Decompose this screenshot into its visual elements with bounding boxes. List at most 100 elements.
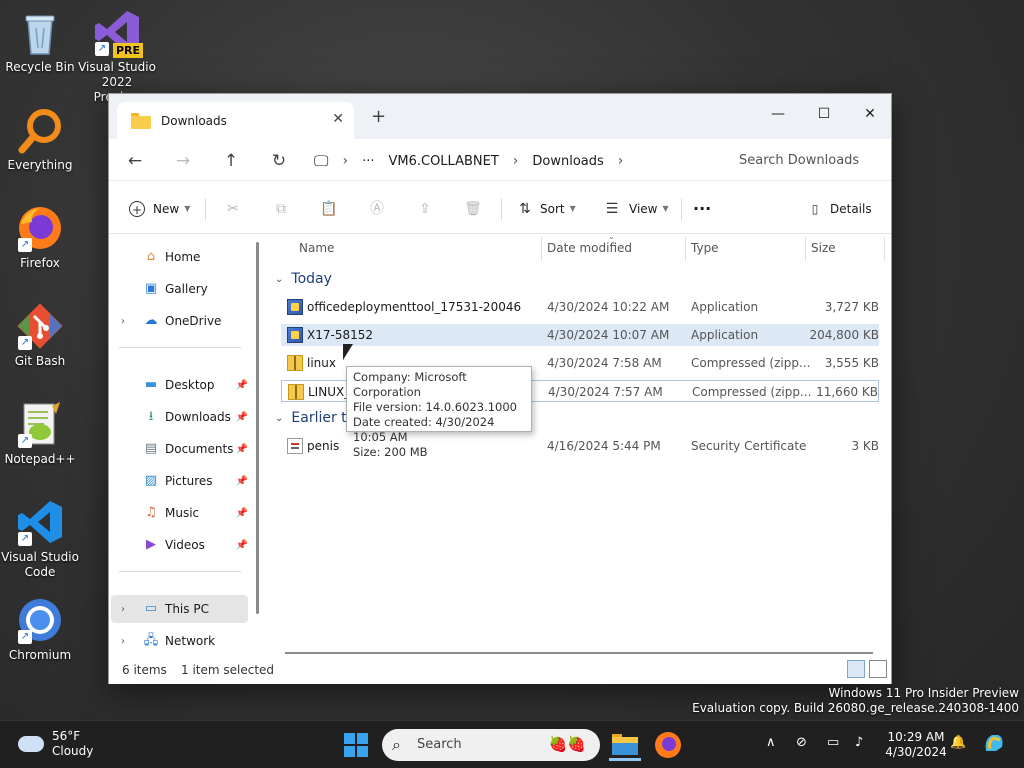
desktop-folder-icon: ▬ [144, 377, 158, 392]
pin-icon[interactable]: 📌 [236, 380, 248, 391]
up-button[interactable]: ↑ [217, 147, 245, 175]
breadcrumb-downloads[interactable]: Downloads [532, 154, 603, 169]
monitor-icon[interactable]: 🖵 [314, 152, 328, 170]
tab-downloads[interactable]: Downloads ✕ [117, 102, 354, 139]
group-header-today[interactable]: ⌄ Today [275, 271, 332, 287]
desktop-icon-label: Chromium [8, 648, 72, 662]
file-date: 4/16/2024 5:44 PM [547, 439, 661, 453]
sidebar-item-videos[interactable]: ▶ Videos 📌 [111, 531, 248, 559]
tiles-view-button[interactable] [869, 660, 887, 678]
pin-icon[interactable]: 📌 [236, 476, 248, 487]
plus-circle-icon: + [129, 201, 145, 217]
file-row[interactable]: X17-58152 4/30/2024 10:07 AM Application… [281, 324, 879, 346]
sort-button[interactable]: ⇅ Sort ▼ [516, 197, 576, 221]
desktop-icon-visual-studio-2022-preview[interactable]: PRE ↗ Visual Studio 2022 Preview [77, 8, 157, 105]
system-clock[interactable]: 10:29 AM 4/30/2024 [884, 730, 948, 760]
cut-button[interactable]: ✂ [224, 197, 242, 221]
application-icon [287, 299, 303, 315]
chevron-right-icon[interactable]: › [121, 604, 125, 615]
shortcut-arrow-icon: ↗ [18, 434, 32, 448]
desktop-icon-everything[interactable]: Everything [0, 106, 80, 173]
minimize-button[interactable]: — [755, 99, 801, 129]
taskbar-search[interactable]: ⌕ Search 🍓🍓 [382, 729, 600, 761]
sidebar-item-label: Documents [165, 442, 234, 456]
group-header-earlier[interactable]: ⌄ Earlier th [275, 410, 356, 426]
taskbar-file-explorer[interactable] [609, 729, 641, 761]
desktop-icon-notepad-plus-plus[interactable]: ↗ Notepad++ [0, 400, 80, 467]
tab-close-button[interactable]: ✕ [332, 111, 344, 127]
sidebar-item-documents[interactable]: ▤ Documents 📌 [111, 435, 248, 463]
rename-icon: Ⓐ [370, 201, 384, 217]
sidebar-item-pictures[interactable]: ▨ Pictures 📌 [111, 467, 248, 495]
sidebar-item-downloads[interactable]: ⭳ Downloads 📌 [111, 403, 248, 431]
taskbar-firefox[interactable] [652, 729, 684, 761]
weather-widget[interactable]: 56°F Cloudy [18, 729, 93, 759]
search-input[interactable]: Search Downloads [729, 146, 885, 176]
back-button[interactable]: ← [121, 147, 149, 175]
delete-button[interactable]: 🗑 [464, 197, 482, 221]
desktop-icon-chromium[interactable]: ↗ Chromium [0, 596, 80, 663]
scissors-icon: ✂ [227, 201, 239, 217]
sidebar-item-network[interactable]: › 🖧 Network [111, 627, 248, 655]
folder-icon [612, 734, 638, 755]
new-tab-button[interactable]: + [371, 106, 386, 127]
sidebar-item-home[interactable]: ⌂ Home [111, 243, 248, 271]
notification-bell-icon[interactable]: 🔔 [950, 735, 966, 750]
sidebar-item-gallery[interactable]: ▣ Gallery [111, 275, 248, 303]
share-button[interactable]: ⇪ [416, 197, 434, 221]
start-button[interactable] [340, 729, 372, 761]
weather-temp: 56°F [52, 729, 81, 743]
column-header-date-modified[interactable]: Date modified [547, 241, 632, 255]
details-pane-button[interactable]: ▯ Details [806, 197, 872, 221]
copilot-icon[interactable] [982, 731, 1006, 759]
download-icon: ⭳ [148, 409, 154, 424]
file-row[interactable]: officedeploymenttool_17531-20046 4/30/20… [281, 296, 879, 318]
sidebar-item-onedrive[interactable]: › ☁ OneDrive [111, 307, 248, 335]
copy-button[interactable]: ⧉ [272, 197, 290, 221]
music-icon: ♫ [145, 505, 157, 520]
sidebar-item-music[interactable]: ♫ Music 📌 [111, 499, 248, 527]
column-header-size[interactable]: Size [811, 241, 836, 255]
new-button[interactable]: + New ▼ [129, 197, 190, 221]
details-view-button[interactable] [847, 660, 865, 678]
view-button[interactable]: ☰ View ▼ [603, 197, 669, 221]
paste-button[interactable]: 📋 [320, 197, 338, 221]
desktop-icon-visual-studio-code[interactable]: ↗ Visual Studio Code [0, 498, 80, 580]
desktop-icon-git-bash[interactable]: ↗ Git Bash [0, 302, 80, 369]
address-bar[interactable]: 🖵 › ··· VM6.COLLABNET › Downloads › [314, 146, 637, 176]
more-options-button[interactable]: ··· [693, 197, 711, 221]
breadcrumb-overflow-button[interactable]: ··· [362, 154, 374, 169]
rename-button[interactable]: Ⓐ [368, 197, 386, 221]
show-hidden-icons-button[interactable]: ∧ [766, 735, 776, 750]
column-header-name[interactable]: Name [299, 241, 334, 255]
horizontal-scrollbar[interactable] [285, 652, 873, 654]
chevron-down-icon: ⌄ [275, 273, 284, 285]
chevron-right-icon[interactable]: › [618, 153, 624, 169]
volume-icon[interactable]: ♪ [855, 735, 863, 750]
forward-button[interactable]: → [169, 147, 197, 175]
sidebar-scrollbar[interactable] [256, 242, 259, 614]
sidebar-item-label: Desktop [165, 378, 215, 392]
desktop-icon-firefox[interactable]: ↗ Firefox [0, 204, 80, 271]
breadcrumb-vm6-collabnet[interactable]: VM6.COLLABNET [388, 154, 498, 169]
pin-icon[interactable]: 📌 [236, 444, 248, 455]
column-header-type[interactable]: Type [691, 241, 719, 255]
desktop-icon-label: Notepad++ [4, 452, 76, 466]
pin-icon[interactable]: 📌 [236, 508, 248, 519]
sidebar-item-this-pc[interactable]: › ▭ This PC [111, 595, 248, 623]
chevron-down-icon: ⌄ [275, 412, 284, 424]
file-type: Application [691, 328, 759, 342]
file-tooltip: Company: Microsoft Corporation File vers… [346, 366, 532, 459]
maximize-button[interactable]: ☐ [801, 99, 847, 129]
network-off-icon[interactable]: ⊘ [796, 735, 807, 750]
close-button[interactable]: ✕ [847, 99, 893, 129]
tooltip-size: Size: 200 MB [353, 445, 428, 459]
sidebar-item-desktop[interactable]: ▬ Desktop 📌 [111, 371, 248, 399]
refresh-button[interactable]: ↻ [265, 147, 293, 175]
chevron-right-icon[interactable]: › [121, 636, 125, 647]
display-icon[interactable]: ▭ [827, 735, 839, 750]
desktop-icon-recycle-bin[interactable]: Recycle Bin [0, 8, 80, 75]
pin-icon[interactable]: 📌 [236, 412, 248, 423]
chevron-right-icon[interactable]: › [121, 316, 125, 327]
pin-icon[interactable]: 📌 [236, 540, 248, 551]
